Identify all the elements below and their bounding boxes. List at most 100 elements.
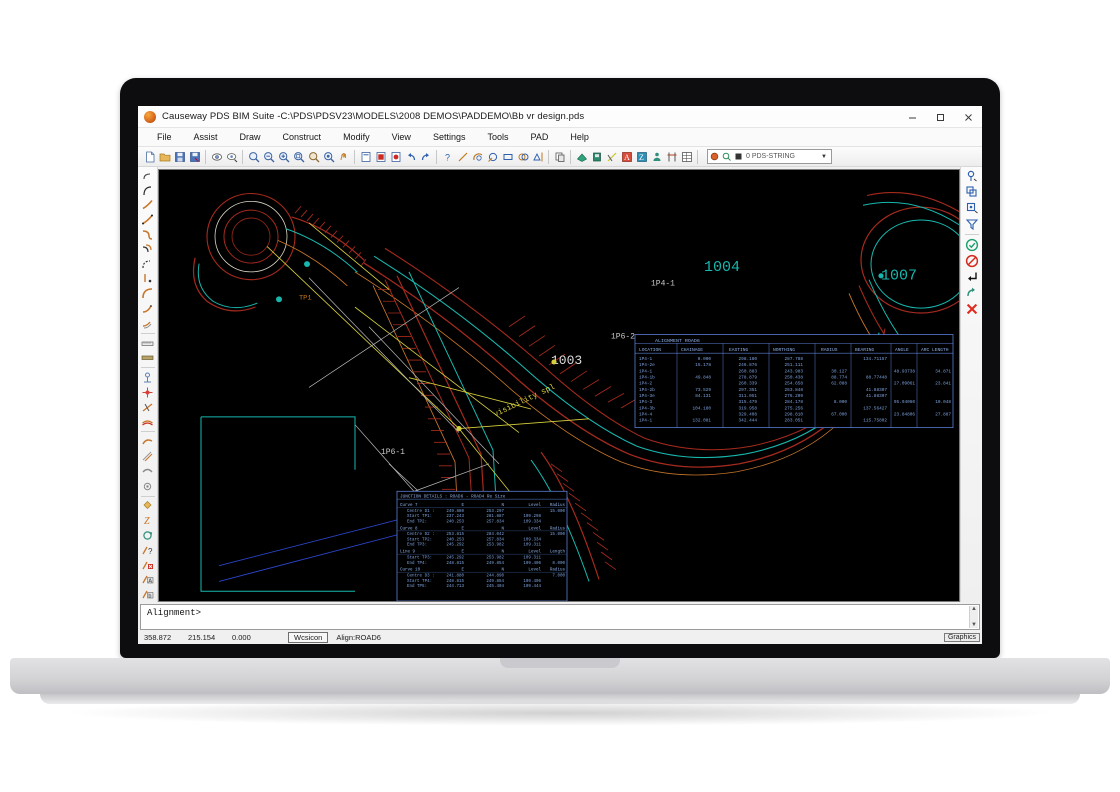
string-offset-icon[interactable] <box>139 242 156 257</box>
print-preview-icon[interactable] <box>209 149 224 165</box>
section-icon[interactable] <box>604 149 619 165</box>
string-bezier-icon[interactable] <box>139 212 156 227</box>
string-curve-icon[interactable] <box>139 183 156 198</box>
menu-assist[interactable]: Assist <box>183 132 229 142</box>
query-icon[interactable]: ? <box>440 149 455 165</box>
menu-modify[interactable]: Modify <box>332 132 381 142</box>
grid-table-icon[interactable] <box>679 149 694 165</box>
node-icon[interactable] <box>139 385 156 400</box>
string-vertical-icon[interactable] <box>139 272 156 287</box>
snap-intersection-icon[interactable] <box>963 184 980 200</box>
delete-line-icon[interactable] <box>139 558 156 573</box>
carriageway-icon[interactable] <box>139 415 156 430</box>
drawing-canvas[interactable]: 1004 1003 1007 1P6-1 1P6-2 1P4-1 TP1 vis… <box>158 169 960 602</box>
mirror-icon[interactable] <box>530 149 545 165</box>
enter-icon[interactable] <box>963 269 980 285</box>
line-icon[interactable] <box>455 149 470 165</box>
snap-midpoint-icon[interactable] <box>963 200 980 216</box>
menu-settings[interactable]: Settings <box>422 132 477 142</box>
chevron-down-icon[interactable]: ▼ <box>821 154 829 160</box>
hatch-icon[interactable] <box>139 449 156 464</box>
string-arc-icon[interactable] <box>139 198 156 213</box>
alignment-cell: 298.180 <box>739 357 758 362</box>
status-wcsicon[interactable]: Wcsicon <box>288 631 329 643</box>
print-icon[interactable] <box>224 149 239 165</box>
string-spiral-icon[interactable] <box>139 227 156 242</box>
open-folder-icon[interactable] <box>157 149 172 165</box>
window-title: Causeway PDS BIM Suite -C:\PDS\PDSV23\MO… <box>162 111 585 122</box>
undo-icon[interactable] <box>403 149 418 165</box>
scroll-down-icon[interactable]: ▼ <box>971 622 977 628</box>
query-line-icon[interactable]: ? <box>139 543 156 558</box>
color-swatch-icon <box>710 148 719 166</box>
junction-cell: 237.243 <box>446 515 464 519</box>
annotate-icon[interactable]: A <box>619 149 634 165</box>
string-fillet-icon[interactable] <box>139 301 156 316</box>
cancel-icon[interactable] <box>963 301 980 317</box>
zoom-all-icon[interactable] <box>291 149 306 165</box>
scroll-up-icon[interactable]: ▲ <box>971 606 977 612</box>
annotate-b-icon[interactable]: b <box>139 587 156 602</box>
string-sweep-icon[interactable] <box>139 316 156 331</box>
surface-icon[interactable] <box>574 149 589 165</box>
string-radius-icon[interactable] <box>139 286 156 301</box>
kerb-icon[interactable] <box>139 400 156 415</box>
menu-construct[interactable]: Construct <box>272 132 333 142</box>
alignment-cell: 49.848 <box>695 376 711 381</box>
layer-combo[interactable]: 0 PDS-STRING ▼ <box>707 149 832 164</box>
ruler-icon[interactable] <box>139 336 156 351</box>
save-as-icon[interactable] <box>187 149 202 165</box>
zoom-window-icon[interactable] <box>246 149 261 165</box>
levels-icon[interactable] <box>664 149 679 165</box>
level-strip-icon[interactable] <box>139 350 156 365</box>
pipe-icon[interactable] <box>139 464 156 479</box>
pan-icon[interactable] <box>336 149 351 165</box>
command-scrollbar[interactable]: ▲ ▼ <box>969 606 978 628</box>
zoom-extents-icon[interactable] <box>321 149 336 165</box>
annotate-a-icon[interactable]: A <box>139 572 156 587</box>
label-icon[interactable]: Z <box>634 149 649 165</box>
volume-icon[interactable] <box>589 149 604 165</box>
circle-icon[interactable] <box>485 149 500 165</box>
layer-off-icon[interactable] <box>373 149 388 165</box>
clone-icon[interactable] <box>552 149 567 165</box>
zoom-out-icon[interactable] <box>261 149 276 165</box>
copy-object-icon[interactable] <box>515 149 530 165</box>
arc-icon[interactable] <box>470 149 485 165</box>
accept-icon[interactable] <box>963 237 980 253</box>
profile-icon[interactable] <box>649 149 664 165</box>
filter-icon[interactable] <box>963 216 980 232</box>
menu-tools[interactable]: Tools <box>476 132 519 142</box>
save-icon[interactable] <box>172 149 187 165</box>
minimize-icon[interactable] <box>898 106 926 128</box>
paint-bucket-icon[interactable] <box>139 498 156 513</box>
layer-icon[interactable] <box>358 149 373 165</box>
text-style-icon[interactable]: Z <box>139 513 156 528</box>
close-icon[interactable] <box>954 106 982 128</box>
drain-icon[interactable] <box>139 479 156 494</box>
junction-column-header: Radius <box>550 526 566 531</box>
zoom-previous-icon[interactable] <box>306 149 321 165</box>
menu-view[interactable]: View <box>381 132 422 142</box>
snap-node-icon[interactable] <box>963 168 980 184</box>
reject-icon[interactable] <box>963 253 980 269</box>
command-line[interactable]: Alignment> ▲ ▼ <box>140 604 980 630</box>
menu-file[interactable]: File <box>146 132 183 142</box>
menu-draw[interactable]: Draw <box>229 132 272 142</box>
toolbar-separator <box>205 149 206 164</box>
rotate-icon[interactable] <box>139 528 156 543</box>
menu-pad[interactable]: PAD <box>519 132 559 142</box>
string-start-icon[interactable] <box>139 168 156 183</box>
new-document-icon[interactable] <box>142 149 157 165</box>
redo-icon[interactable] <box>418 149 433 165</box>
junction-icon[interactable] <box>139 370 156 385</box>
repeat-icon[interactable] <box>963 285 980 301</box>
layer-freeze-icon[interactable] <box>388 149 403 165</box>
maximize-icon[interactable] <box>926 106 954 128</box>
zoom-in-icon[interactable] <box>276 149 291 165</box>
cross-section-icon[interactable] <box>139 434 156 449</box>
string-tangent-icon[interactable] <box>139 257 156 272</box>
junction-block-name: Curve 7 <box>400 503 418 508</box>
rectangle-icon[interactable] <box>500 149 515 165</box>
menu-help[interactable]: Help <box>559 132 600 142</box>
